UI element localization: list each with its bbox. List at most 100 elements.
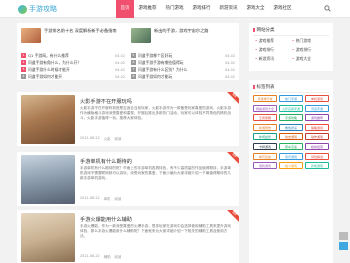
article-title[interactable]: 火影手游不在开服玩吗: [80, 98, 132, 105]
tag-link[interactable]: 冒险解谜: [305, 152, 329, 160]
rank-badge: 1: [21, 53, 26, 58]
tag-link[interactable]: 角色扮演: [279, 123, 303, 131]
list-item[interactable]: 1 Q1 手游网，有什么推荐 04-02: [21, 52, 125, 59]
sidebar-heading: 标签列表: [253, 84, 329, 93]
tag-link[interactable]: 手游攻略: [279, 114, 303, 122]
article-date: 2021-08-22: [80, 254, 100, 258]
featured-panel: 手游排名前十名 深度解析新手必备指南 新出的手游，游戏宇宙尔之路 1 Q1 手游…: [17, 23, 239, 80]
tag-link[interactable]: 赛车竞速: [279, 142, 303, 150]
list-item[interactable]: 3 问道手游什么时候才能开 04-02: [21, 66, 125, 73]
tag-link[interactable]: 模拟经营: [305, 142, 329, 150]
tag-link[interactable]: 火影忍者手游: [279, 104, 303, 112]
category-link[interactable]: 游戏排行: [255, 47, 292, 53]
site-logo[interactable]: 手游攻略: [18, 4, 57, 14]
list-item-title[interactable]: 问道手游手游有哪些值得玩: [138, 60, 223, 66]
featured-list-right: 5 问道手游哪个区好玩 04-02 6 问道手游手游有哪些值得玩 04-02 7…: [131, 52, 235, 80]
list-item-title[interactable]: 问道手游有角什么，为什么开？: [28, 60, 113, 66]
recommend-ribbon: 推荐: [225, 92, 239, 106]
featured-card[interactable]: 新出的手游，游戏宇宙尔之路: [131, 28, 235, 44]
article-thumbnail[interactable]: [21, 213, 75, 262]
sidebar-categories: 网站分类 游戏推荐 热门游戏 游戏排行 游戏排行 新游资讯 游戏大全: [249, 23, 333, 71]
tag-link[interactable]: 策略游戏: [305, 123, 329, 131]
article-meta: 2021-08-22 火影 阅读: [80, 136, 121, 141]
share-button[interactable]: [339, 232, 348, 240]
sidebar-tags: 标签列表 手游排行榜 热门手游 单机游戏网络游戏大全 火影忍者手游 问道手游王者荣耀 手游…: [249, 80, 333, 263]
article-card[interactable]: 手游单机有什么期待的 手游单机有什么期待的呢？市面上的手游单机各具特色，有不少高…: [17, 152, 239, 206]
nav-news[interactable]: 新游资讯: [215, 0, 242, 18]
rank-badge: 7: [131, 67, 136, 72]
list-item-title[interactable]: 问道手游如何才能玩: [138, 74, 223, 80]
list-item[interactable]: 7 问道手游有什么区别？为什么 04-02: [131, 66, 235, 73]
tag-link[interactable]: 新游预告: [253, 123, 277, 131]
featured-thumbnail[interactable]: [21, 28, 41, 43]
tag-link[interactable]: 音乐游戏: [279, 152, 303, 160]
nav-home[interactable]: 首页: [116, 0, 134, 18]
tag-link[interactable]: 动作游戏: [305, 133, 329, 141]
list-item-date: 04-02: [115, 74, 125, 79]
category-link[interactable]: 游戏大全: [292, 56, 329, 62]
category-link[interactable]: 热门游戏: [292, 38, 329, 44]
tag-link[interactable]: 卡牌游戏: [253, 142, 277, 150]
article-thumbnail[interactable]: [21, 95, 75, 144]
tag-link[interactable]: 休闲益智: [253, 133, 277, 141]
featured-title[interactable]: 手游排名前十名 深度解析新手必备指南: [44, 28, 117, 44]
article-date: 2021-08-22: [80, 136, 100, 140]
article-card[interactable]: 火影手游不在开服玩吗 火影手游不在开服吗到底是否适合当前玩家，火影手游作为一款备…: [17, 92, 239, 146]
ribbon-label: 推荐: [225, 92, 239, 105]
tag-link[interactable]: 塔防游戏: [253, 162, 277, 170]
list-item-title[interactable]: 问道手游如何才能开: [28, 74, 113, 80]
back-to-top-button[interactable]: [339, 242, 348, 250]
article-views: 阅读: [114, 137, 122, 141]
nav-all[interactable]: 游戏大全: [242, 0, 269, 18]
rank-badge: 5: [131, 53, 136, 58]
category-link[interactable]: 游戏推荐: [255, 38, 292, 44]
article-category[interactable]: 辅助: [104, 254, 111, 259]
list-item[interactable]: 2 问道手游有角什么，为什么开？ 04-02: [21, 59, 125, 66]
list-item-date: 04-02: [225, 60, 235, 65]
tag-link[interactable]: 养成游戏: [305, 162, 329, 170]
featured-thumbnail[interactable]: [131, 28, 151, 43]
list-item-title[interactable]: 问道手游什么时候才能开: [28, 67, 113, 73]
nav-recommend[interactable]: 游戏推荐: [134, 0, 161, 18]
list-item[interactable]: 8 问道手游如何才能玩 04-02: [131, 73, 235, 80]
article-excerpt: 火影手游不在开服吗到底是否适合当前玩家，火影手游作为一款备受玩家喜爱的游戏，火影…: [80, 106, 231, 121]
nav-community[interactable]: 游戏社区: [269, 0, 296, 18]
article-title[interactable]: 手游单机有什么期待的: [80, 158, 132, 165]
article-category[interactable]: 火影: [104, 136, 111, 141]
list-item[interactable]: 4 问道手游如何才能开 04-02: [21, 73, 125, 80]
nav-hot[interactable]: 热门游戏: [161, 0, 188, 18]
tag-link[interactable]: 王者荣耀: [253, 114, 277, 122]
category-list: 游戏推荐 热门游戏 游戏排行 游戏排行 新游资讯 游戏大全: [255, 38, 329, 62]
tag-link[interactable]: 网络游戏大全: [253, 104, 277, 112]
featured-title[interactable]: 新出的手游，游戏宇宙尔之路: [154, 28, 208, 44]
list-item-date: 04-02: [115, 53, 125, 58]
article-excerpt: 手游单机有什么期待的呢？市面上的手游单机各具特色，有不少高质量的作品值得期待，手…: [80, 166, 231, 181]
article-card[interactable]: 手游火爆能用什么辅助 手游火爆能，作为一款深受喜爱的火爆手游，很多玩家在游戏中会…: [17, 210, 239, 263]
tag-link[interactable]: 热门手游: [279, 95, 303, 102]
tag-link[interactable]: 手游排行榜: [253, 95, 277, 102]
logo-icon: [18, 4, 27, 14]
article-category[interactable]: 单机: [104, 196, 111, 201]
article-thumbnail[interactable]: [21, 155, 75, 204]
tag-link[interactable]: 问道手游: [305, 104, 329, 112]
article-meta: 2021-08-22 辅助 阅读: [80, 254, 121, 259]
recommend-ribbon: 推荐: [225, 210, 239, 224]
category-link[interactable]: 游戏排行: [292, 47, 329, 53]
featured-card[interactable]: 手游排名前十名 深度解析新手必备指南: [21, 28, 125, 44]
search-icon[interactable]: [324, 5, 331, 12]
list-item-title[interactable]: Q1 手游网，有什么推荐: [28, 53, 113, 59]
tag-link[interactable]: 射击游戏: [279, 133, 303, 141]
list-item-title[interactable]: 问道手游哪个区好玩: [138, 53, 223, 59]
nav-rank[interactable]: 游戏排行: [188, 0, 215, 18]
list-item-title[interactable]: 问道手游有什么区别？为什么: [138, 67, 223, 73]
tag-link[interactable]: 体育竞技: [253, 152, 277, 160]
tag-link[interactable]: 格斗游戏: [279, 162, 303, 170]
rank-badge: 6: [131, 60, 136, 65]
tag-cloud: 手游排行榜 热门手游 单机游戏网络游戏大全 火影忍者手游 问道手游王者荣耀 手游攻略 游戏推…: [253, 95, 329, 170]
article-title[interactable]: 手游火爆能用什么辅助: [80, 216, 132, 223]
tag-link[interactable]: 单机游戏: [305, 95, 329, 102]
list-item[interactable]: 6 问道手游手游有哪些值得玩 04-02: [131, 59, 235, 66]
list-item[interactable]: 5 问道手游哪个区好玩 04-02: [131, 52, 235, 59]
category-link[interactable]: 新游资讯: [255, 56, 292, 62]
tag-link[interactable]: 游戏推荐: [305, 114, 329, 122]
